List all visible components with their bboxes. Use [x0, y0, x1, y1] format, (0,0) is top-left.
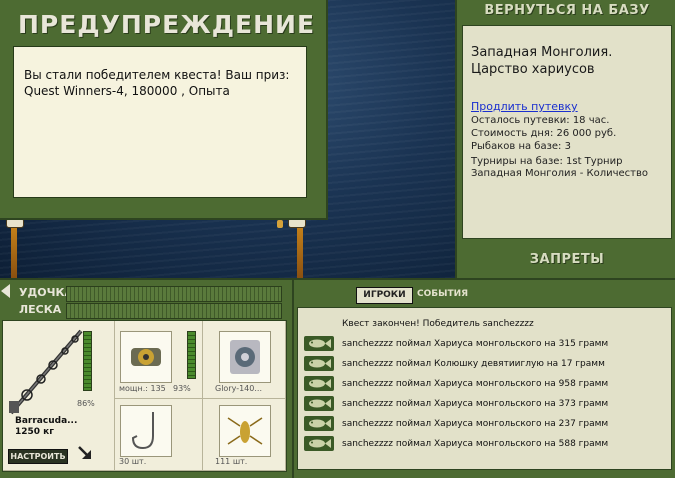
tournaments-line2: Западная Монголия - Количество	[471, 168, 649, 179]
reel-wear-bar	[187, 331, 196, 379]
fish-icon	[304, 336, 334, 351]
rod-label: УДОЧКА	[19, 286, 74, 299]
line-tension-bar	[66, 303, 282, 319]
warning-title: ПРЕДУПРЕЖДЕНИЕ	[18, 10, 316, 39]
tournaments-line1: Турниры на базе: 1st Турнир	[471, 156, 623, 167]
event-text: sanchezzzz поймал Хариуса монгольского н…	[342, 399, 609, 409]
event-text: sanchezzzz поймал Хариуса монгольского н…	[342, 339, 609, 349]
bait-thumbnail	[219, 405, 271, 457]
line-thumbnail	[219, 331, 271, 383]
events-list: Квест закончен! Победитель sanchezzzz sa…	[297, 307, 672, 470]
event-text: sanchezzzz поймал Хариуса монгольского н…	[342, 439, 609, 449]
fly-bait-icon	[227, 417, 263, 445]
rod-pole-right[interactable]	[297, 222, 303, 278]
fish-icon	[304, 356, 334, 371]
location-line2: Царство хариусов	[471, 62, 595, 77]
base-info-box: Западная Монголия. Царство хариусов Прод…	[462, 25, 672, 239]
location-line1: Западная Монголия.	[471, 45, 613, 60]
fishing-line-slot[interactable]: Glory-140...	[203, 321, 286, 399]
bans-button[interactable]: ЗАПРЕТЫ	[457, 252, 675, 267]
fish-icon	[304, 396, 334, 411]
reel-icon	[131, 348, 161, 366]
warning-dialog: ПРЕДУПРЕЖДЕНИЕ Вы стали победителем квес…	[0, 0, 328, 220]
hook-count: 30 шт.	[119, 457, 147, 466]
base-panel: ВЕРНУТЬСЯ НА БАЗУ Западная Монголия. Цар…	[455, 0, 675, 278]
event-text: sanchezzzz поймал Хариуса монгольского н…	[342, 379, 609, 389]
rod-icon	[9, 329, 83, 415]
event-text: sanchezzzz поймал Колюшку девятииглую на…	[342, 359, 605, 369]
bait-slot[interactable]: 111 шт.	[203, 399, 286, 471]
reel-slot[interactable]: мощн.: 135 93%	[115, 321, 203, 399]
line-name: Glory-140...	[215, 384, 262, 393]
reel-power: мощн.: 135	[119, 384, 166, 393]
quest-finished-text: Квест закончен! Победитель sanchezzzz	[342, 319, 534, 329]
line-label: ЛЕСКА	[19, 303, 62, 316]
reel-percent: 93%	[173, 384, 191, 393]
line-spool-icon	[230, 340, 260, 374]
expand-arrow-icon[interactable]	[77, 445, 93, 461]
bait-count: 111 шт.	[215, 457, 248, 466]
rod-percent: 86%	[77, 399, 95, 408]
tab-events[interactable]: СОБЫТИЯ	[417, 289, 468, 299]
reel-thumbnail	[120, 331, 172, 383]
extend-trip-link[interactable]: Продлить путевку	[471, 100, 578, 113]
rod-tension-bar	[66, 286, 282, 302]
hook-icon	[131, 412, 154, 450]
rod-arrow-icon	[1, 284, 10, 298]
warning-message-line1: Вы стали победителем квеста! Ваш приз:	[24, 68, 290, 82]
rod-weight: 1250 кг	[15, 427, 54, 437]
anglers-count-text: Рыбаков на базе: 3	[471, 141, 571, 152]
float-marker	[277, 220, 283, 228]
rod-name: Barracuda...	[15, 416, 78, 426]
rod-wear-bar	[83, 331, 92, 391]
day-cost-text: Стоимость дня: 26 000 руб.	[471, 128, 617, 139]
fish-icon	[304, 416, 334, 431]
time-left-text: Осталось путевки: 18 час.	[471, 115, 610, 126]
hook-slot[interactable]: 30 шт.	[115, 399, 203, 471]
fish-icon	[304, 436, 334, 451]
event-text: sanchezzzz поймал Хариуса монгольского н…	[342, 419, 609, 429]
rod-pole-left[interactable]	[11, 222, 17, 278]
fish-icon	[304, 376, 334, 391]
back-to-base-button[interactable]: ВЕРНУТЬСЯ НА БАЗУ	[457, 3, 675, 18]
warning-message-line2: Quest Winners-4, 180000 , Опыта	[24, 84, 230, 98]
tab-players[interactable]: ИГРОКИ	[356, 287, 413, 304]
warning-message: Вы стали победителем квеста! Ваш приз: Q…	[13, 46, 307, 198]
tune-button[interactable]: НАСТРОИТЬ	[8, 449, 68, 464]
location-name: Западная Монголия. Царство хариусов	[471, 44, 612, 78]
hook-thumbnail	[120, 405, 172, 457]
